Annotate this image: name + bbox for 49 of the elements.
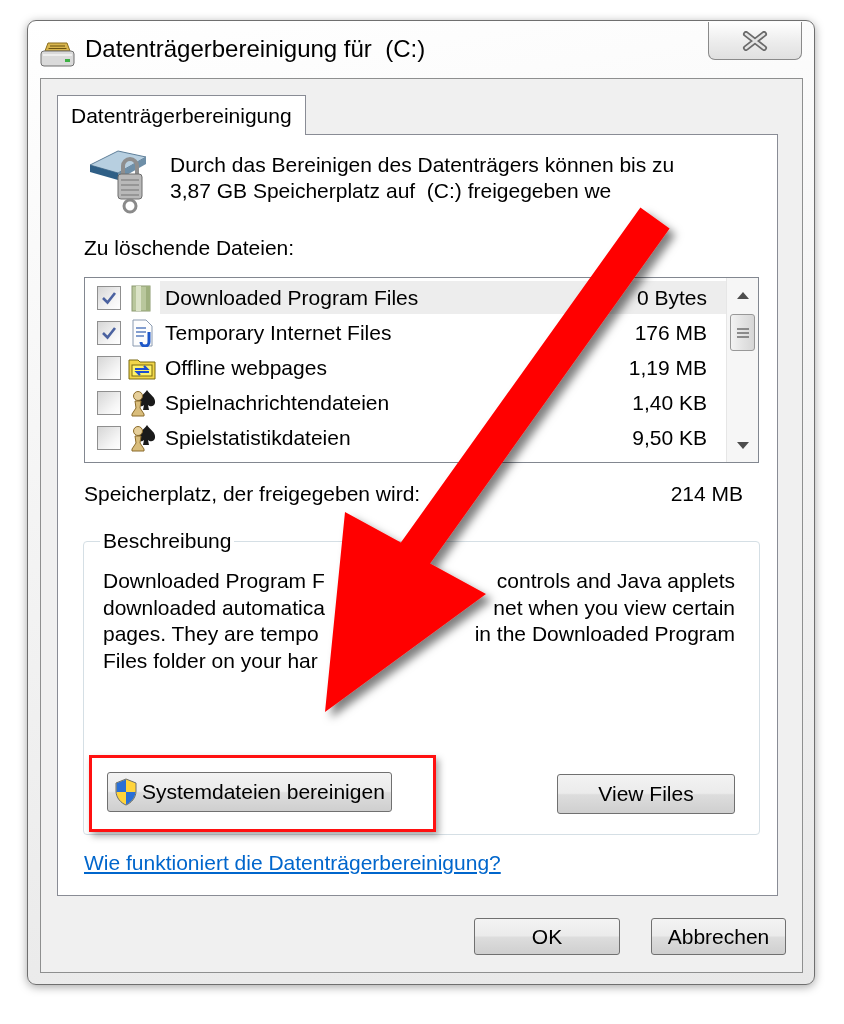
description-text: net when you view certain (493, 594, 735, 621)
dialog-button[interactable]: Abbrechen (651, 918, 786, 955)
checkbox[interactable] (97, 390, 121, 415)
space-value: 214 MB (670, 483, 743, 505)
file-item[interactable]: Spielnachrichtendateien 1,40 KB (160, 386, 726, 419)
description-text: Files folder on your har (103, 647, 318, 674)
action-button[interactable]: View Files (557, 773, 735, 814)
file-size: 1,19 MB (628, 355, 707, 380)
action-button[interactable]: Systemdateien bereinigen (107, 772, 392, 812)
files-label: Zu löschende Dateien: (84, 236, 295, 260)
file-name: Temporary Internet Files (165, 320, 392, 345)
description-text: in the Downloaded Program (474, 621, 735, 647)
file-size: 176 MB (634, 320, 707, 345)
close-icon (742, 30, 768, 51)
summary-text: Durch das Bereinigen des Datenträgers können bis zu 3,87 GB Speicherplatz auf (C:) freigegeben we (170, 152, 675, 204)
file-size: 1,40 KB (632, 390, 707, 415)
file-name: Spielnachrichtendateien (165, 390, 390, 415)
hard-drive-icon (40, 40, 75, 68)
description-text: Downloaded Program F (103, 568, 325, 594)
grip-icon (736, 327, 749, 338)
checkbox[interactable] (97, 355, 121, 380)
space-label: Speicherplatz, der freigegeben wird: (84, 483, 421, 505)
description-text: pages. They are tempo (103, 621, 319, 647)
chess-pawn-icon (128, 388, 156, 417)
checkbox[interactable] (97, 320, 121, 345)
description-text: controls and Java applets (496, 568, 735, 594)
dialog-button[interactable]: OK (474, 918, 620, 955)
file-name: Offline webpages (165, 355, 327, 380)
file-item[interactable]: Temporary Internet Files 176 MB (160, 316, 726, 349)
shield-icon (114, 778, 138, 806)
checkbox[interactable] (97, 285, 121, 310)
file-name: Spielstatistikdateien (165, 425, 351, 450)
file-name: Downloaded Program Files (165, 285, 419, 310)
scroll-thumb[interactable] (730, 314, 755, 351)
file-item[interactable]: Offline webpages 1,19 MB (160, 351, 726, 384)
tab[interactable]: Datenträgerbereinigung (57, 95, 306, 135)
checkbox[interactable] (97, 425, 121, 450)
group-title: Beschreibung (102, 530, 233, 552)
help-link[interactable]: Wie funktioniert die Datenträgerbereinigung? (84, 850, 501, 875)
file-size: 0 Bytes (636, 285, 707, 310)
window-title: Datenträgerbereinigung für (C:) (85, 35, 426, 63)
chess-pawn-icon (128, 423, 156, 452)
scroll-up-icon[interactable] (736, 291, 749, 299)
file-item[interactable]: Spielstatistikdateien 9,50 KB (160, 421, 726, 454)
file-size: 9,50 KB (632, 425, 707, 450)
close-button[interactable] (708, 22, 802, 60)
description-text: downloaded automatica (103, 594, 325, 621)
file-item[interactable]: Downloaded Program Files 0 Bytes (160, 281, 726, 314)
scroll-down-icon[interactable] (736, 441, 749, 449)
